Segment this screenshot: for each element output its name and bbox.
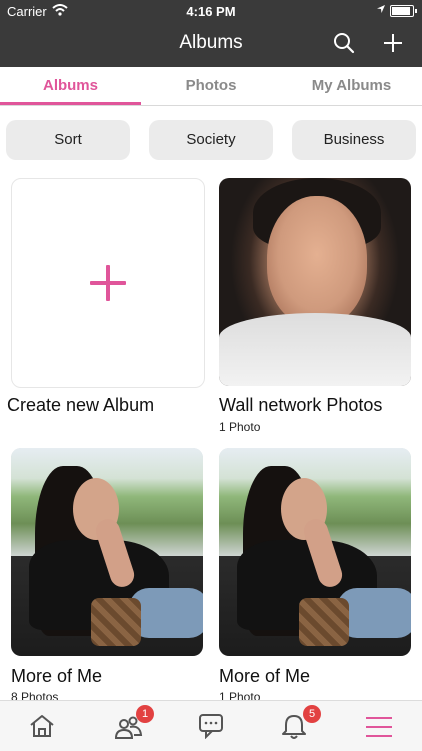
album-cover-image[interactable] <box>219 178 411 386</box>
plus-icon <box>90 265 126 301</box>
tab-bar: Albums Photos My Albums <box>0 67 422 106</box>
create-album-card[interactable] <box>11 178 205 388</box>
tab-albums[interactable]: Albums <box>0 67 141 105</box>
bottom-tab-bar: 1 5 <box>0 700 422 751</box>
notifications-icon[interactable] <box>282 713 306 741</box>
society-filter-button[interactable]: Society <box>149 120 273 160</box>
top-bar: Carrier 4:16 PM Albums <box>0 0 422 67</box>
friends-badge: 1 <box>136 705 154 723</box>
business-filter-button[interactable]: Business <box>292 120 416 160</box>
tab-photos[interactable]: Photos <box>141 67 281 105</box>
tab-my-albums[interactable]: My Albums <box>281 67 422 105</box>
album-cover-image[interactable] <box>11 448 203 656</box>
face-shape <box>267 196 367 326</box>
home-icon[interactable] <box>28 713 56 739</box>
album-cover-image[interactable] <box>219 448 411 656</box>
album-title: Create new Album <box>7 395 155 415</box>
battery-icon <box>390 5 417 17</box>
menu-icon[interactable] <box>366 716 392 738</box>
search-icon[interactable] <box>333 32 355 54</box>
shirt-shape <box>219 313 411 386</box>
album-title: More of Me <box>11 666 103 686</box>
page-title: Albums <box>179 32 243 53</box>
notifications-badge: 5 <box>303 705 321 723</box>
bag-shape <box>91 598 141 646</box>
plus-icon[interactable] <box>381 31 405 55</box>
location-icon <box>376 3 386 17</box>
bag-shape <box>299 598 349 646</box>
album-title: Wall network Photos <box>219 395 383 415</box>
active-tab-indicator <box>0 102 141 105</box>
album-title: More of Me <box>219 666 311 686</box>
album-photo-count: 1 Photo <box>219 420 261 434</box>
sort-button[interactable]: Sort <box>6 120 130 160</box>
status-time: 4:16 PM <box>186 4 236 19</box>
status-bar: Carrier 4:16 PM <box>0 0 422 22</box>
messages-icon[interactable] <box>198 713 224 740</box>
